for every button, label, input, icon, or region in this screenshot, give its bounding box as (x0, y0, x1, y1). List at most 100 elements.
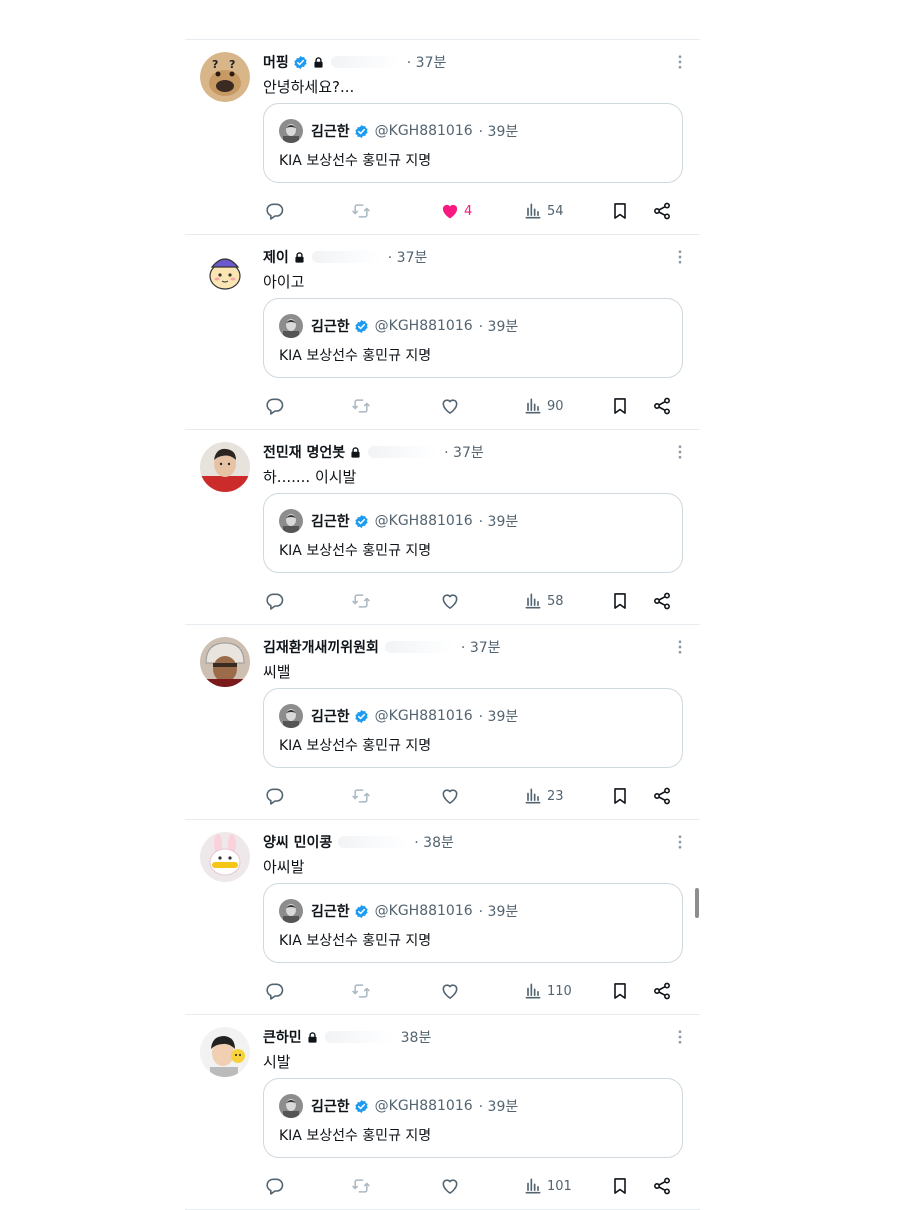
quoted-author-name: 김근한 (311, 514, 350, 530)
retweet-button[interactable] (351, 1175, 371, 1197)
retweet-button[interactable] (351, 785, 371, 807)
views-button[interactable]: 23 (523, 785, 564, 807)
share-button[interactable] (652, 200, 672, 222)
quoted-post-time: · 39분 (478, 904, 519, 920)
like-button[interactable] (440, 395, 464, 417)
tweet-text: 씨밸 (263, 663, 291, 681)
post-time[interactable]: · 38분 (414, 832, 454, 852)
author-name[interactable]: 양씨 민이콩 (263, 832, 332, 852)
views-button[interactable]: 54 (523, 200, 564, 222)
views-button[interactable]: 110 (523, 980, 572, 1002)
bookmark-icon (610, 396, 630, 416)
heart-icon (440, 1176, 460, 1196)
share-button[interactable] (652, 980, 672, 1002)
tweet[interactable]: 김재환개새끼위원회 · 37분씨밸김근한 @KGH881016 · 39분 KIA 보상… (185, 625, 700, 820)
more-options-button[interactable] (668, 52, 692, 72)
more-options-button[interactable] (668, 1027, 692, 1047)
reply-button[interactable] (265, 395, 285, 417)
quoted-tweet-card[interactable]: 김근한 @KGH881016 · 39분 KIA 보상선수 홍민규 지명 (263, 883, 683, 963)
tweet-header: 김재환개새끼위원회 · 37분 (263, 637, 686, 657)
quoted-tweet-card[interactable]: 김근한 @KGH881016 · 39분 KIA 보상선수 홍민규 지명 (263, 298, 683, 378)
tweet[interactable]: 전민재 명언봇 · 37분 하....... 이시발 김근한 @KGH881016 · 3… (185, 430, 700, 625)
author-avatar[interactable] (200, 1027, 250, 1077)
author-name[interactable]: 김재환개새끼위원회 (263, 637, 379, 657)
heart-icon (440, 591, 460, 611)
more-options-button[interactable] (668, 637, 692, 657)
post-time[interactable]: 38분 (401, 1027, 432, 1047)
author-avatar[interactable] (200, 637, 250, 687)
blurred-handle (338, 836, 409, 848)
views-button[interactable]: 90 (523, 395, 564, 417)
more-options-button[interactable] (668, 442, 692, 462)
retweet-button[interactable] (351, 200, 371, 222)
views-button[interactable]: 101 (523, 1175, 572, 1197)
bookmark-button[interactable] (610, 785, 630, 807)
verified-badge-icon (354, 124, 369, 139)
bookmark-button[interactable] (610, 1175, 630, 1197)
bookmark-button[interactable] (610, 395, 630, 417)
tweet[interactable]: 큰하민 38분 시발 김근한 @KGH881016 · 39분 KIA 보상선수 홍민규 지… (185, 1015, 700, 1210)
quoted-tweet-card[interactable]: 김근한 @KGH881016 · 39분 KIA 보상선수 홍민규 지명 (263, 688, 683, 768)
post-time[interactable]: · 37분 (388, 247, 428, 267)
verified-badge-icon (354, 514, 369, 529)
reply-button[interactable] (265, 785, 285, 807)
reply-button[interactable] (265, 1175, 285, 1197)
quoted-tweet-card[interactable]: 김근한 @KGH881016 · 39분 KIA 보상선수 홍민규 지명 (263, 493, 683, 573)
retweet-button[interactable] (351, 590, 371, 612)
scrollbar-thumb[interactable] (695, 888, 699, 918)
quoted-author-handle: @KGH881016 (374, 708, 473, 724)
views-icon (523, 981, 543, 1001)
bookmark-button[interactable] (610, 200, 630, 222)
author-avatar[interactable]: ?? (200, 52, 250, 102)
share-icon (652, 201, 672, 221)
action-bar: 90 (263, 395, 683, 417)
quoted-author-avatar (279, 314, 303, 338)
tweet-header: 양씨 민이콩 · 38분 (263, 832, 686, 852)
quoted-author-name: 김근한 (311, 1099, 350, 1115)
reply-button[interactable] (265, 590, 285, 612)
like-button[interactable] (440, 1175, 464, 1197)
like-button[interactable] (440, 785, 464, 807)
author-avatar[interactable] (200, 247, 250, 297)
like-button[interactable] (440, 980, 464, 1002)
post-time[interactable]: · 37분 (461, 637, 501, 657)
like-button[interactable] (440, 590, 464, 612)
share-button[interactable] (652, 1175, 672, 1197)
retweet-icon (351, 786, 371, 806)
quoted-tweet-card[interactable]: 김근한 @KGH881016 · 39분 KIA 보상선수 홍민규 지명 (263, 103, 683, 183)
more-options-button[interactable] (668, 247, 692, 267)
share-button[interactable] (652, 785, 672, 807)
author-name[interactable]: 제이 (263, 247, 289, 267)
quoted-tweet-card[interactable]: 김근한 @KGH881016 · 39분 KIA 보상선수 홍민규 지명 (263, 1078, 683, 1158)
reply-button[interactable] (265, 980, 285, 1002)
views-icon (523, 591, 543, 611)
share-icon (652, 981, 672, 1001)
lock-icon (293, 251, 306, 264)
retweet-button[interactable] (351, 980, 371, 1002)
retweet-button[interactable] (351, 395, 371, 417)
lock-icon (349, 446, 362, 459)
quoted-author-avatar (279, 1094, 303, 1118)
author-avatar[interactable] (200, 442, 250, 492)
bookmark-button[interactable] (610, 980, 630, 1002)
share-button[interactable] (652, 590, 672, 612)
post-time[interactable]: · 37분 (444, 442, 484, 462)
author-name[interactable]: 전민재 명언봇 (263, 442, 345, 462)
share-button[interactable] (652, 395, 672, 417)
quoted-tweet-header: 김근한 @KGH881016 · 39분 (279, 313, 518, 339)
quoted-post-time: · 39분 (478, 514, 519, 530)
like-button[interactable]: 4 (440, 200, 472, 222)
post-time[interactable]: · 37분 (407, 52, 447, 72)
author-name[interactable]: 큰하민 (263, 1027, 302, 1047)
author-name[interactable]: 머핑 (263, 52, 289, 72)
tweet-header: 전민재 명언봇 · 37분 (263, 442, 686, 462)
views-icon (523, 201, 543, 221)
author-avatar[interactable] (200, 832, 250, 882)
bookmark-button[interactable] (610, 590, 630, 612)
views-button[interactable]: 58 (523, 590, 564, 612)
tweet[interactable]: 양씨 민이콩 · 38분 아씨발 김근한 @KGH881016 · 39분 KIA 보상선수… (185, 820, 700, 1015)
tweet[interactable]: 제이 · 37분 아이고 김근한 @KGH881016 · 39분 KIA 보상선수 홍민규… (185, 235, 700, 430)
tweet[interactable]: ?? 머핑 · 37분 안녕하세요?... 김근한 @KGH881016 · 39분 KIA … (185, 40, 700, 235)
more-options-button[interactable] (668, 832, 692, 852)
reply-button[interactable] (265, 200, 285, 222)
